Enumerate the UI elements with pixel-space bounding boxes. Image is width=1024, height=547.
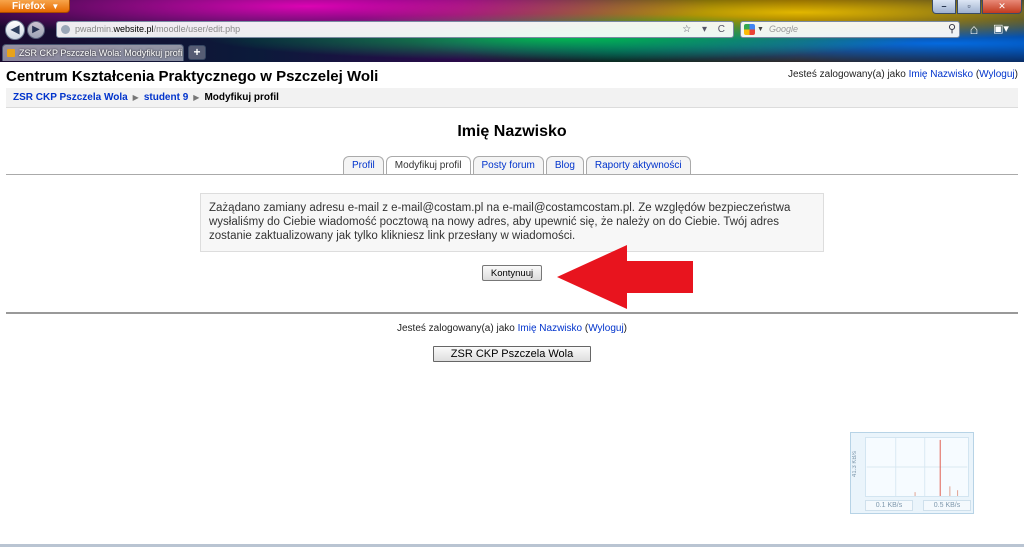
breadcrumb-home-link[interactable]: ZSR CKP Pszczela Wola	[13, 92, 128, 103]
annotation-arrow-shape	[557, 245, 693, 309]
network-download-rate: 0.1 KB/s	[865, 500, 913, 511]
user-profile-link[interactable]: Imię Nazwisko	[909, 69, 973, 80]
footer-login-prefix: Jesteś zalogowany(a) jako	[396, 323, 515, 334]
site-title: Centrum Kształcenia Praktycznego w Pszcz…	[6, 68, 379, 85]
site-identity-icon[interactable]	[61, 25, 70, 34]
firefox-menu-label: Firefox	[12, 1, 46, 12]
breadcrumb-current: Modyfikuj profil	[204, 92, 279, 103]
forward-arrow-icon: ▶	[32, 24, 40, 35]
email-change-notice: Zażądano zamiany adresu e-mail z e-mail@…	[200, 193, 824, 252]
back-arrow-icon: ◀	[10, 22, 20, 36]
tab-strip: ZSR CKP Pszczela Wola: Modyfikuj profil …	[0, 43, 1024, 62]
site-home-button[interactable]: ZSR CKP Pszczela Wola	[433, 346, 591, 362]
new-tab-button[interactable]: +	[188, 45, 206, 60]
network-upload-rate: 0.5 KB/s	[923, 500, 971, 511]
chevron-down-icon: ▼	[51, 2, 60, 11]
network-graph	[865, 437, 969, 497]
home-button[interactable]: ⌂	[965, 21, 983, 37]
footer-user-profile-link[interactable]: Imię Nazwisko	[518, 323, 582, 334]
search-box[interactable]: ▼ Google ⚲	[740, 21, 960, 38]
tab-profile[interactable]: Profil	[343, 156, 384, 174]
login-info: Jesteś zalogowany(a) jako Imię Nazwisko …	[787, 69, 1018, 80]
breadcrumb-user-link[interactable]: student 9	[144, 92, 188, 103]
url-prefix: pwadmin.	[75, 24, 114, 34]
magnifier-icon[interactable]: ⚲	[948, 22, 956, 37]
breadcrumb: ZSR CKP Pszczela Wola ▶ student 9 ▶ Modyfiku…	[6, 88, 1018, 108]
navigation-toolbar: ◀ ▶ pwadmin.website.pl/moodle/user/edit.…	[0, 16, 1024, 42]
home-icon: ⌂	[969, 21, 979, 37]
url-path: /moodle/user/edit.php	[153, 24, 241, 34]
google-icon[interactable]	[744, 24, 755, 35]
tab-blog[interactable]: Blog	[545, 156, 584, 174]
footer-login-info: Jesteś zalogowany(a) jako Imię Nazwisko …	[396, 323, 628, 334]
browser-tab-active[interactable]: ZSR CKP Pszczela Wola: Modyfikuj profil	[2, 44, 184, 61]
browser-tab-title: ZSR CKP Pszczela Wola: Modyfikuj profil	[19, 48, 184, 58]
forward-button[interactable]: ▶	[27, 21, 45, 39]
tab-forum-posts[interactable]: Posty forum	[472, 156, 544, 174]
bookmarks-icon: ▣▾	[993, 23, 1009, 35]
back-button[interactable]: ◀	[5, 20, 25, 40]
breadcrumb-separator-icon: ▶	[132, 93, 139, 102]
chevron-down-icon[interactable]: ▼	[757, 22, 764, 37]
bookmarks-button[interactable]: ▣▾	[992, 21, 1010, 37]
profile-tabs: Profil Modyfikuj profil Posty forum Blog…	[343, 156, 693, 174]
tab-activity-reports[interactable]: Raporty aktywności	[585, 156, 691, 174]
footer-logout-link[interactable]: Wyloguj	[588, 323, 623, 334]
minimize-button[interactable]: –	[932, 0, 956, 14]
close-window-button[interactable]: ✕	[982, 0, 1022, 14]
tab-edit-profile[interactable]: Modyfikuj profil	[385, 156, 471, 174]
network-monitor-widget: 41.3 KB/s 0.1 KB/s 0.5 KB/s	[850, 432, 974, 514]
network-scale-label: 41.3 KB/s	[852, 451, 858, 478]
window-controls: – ▫ ✕	[931, 0, 1022, 14]
search-placeholder: Google	[769, 24, 799, 34]
breadcrumb-separator-icon: ▶	[193, 93, 200, 102]
moodle-favicon-icon	[7, 49, 15, 57]
firefox-menu-button[interactable]: Firefox ▼	[0, 0, 70, 13]
page-title: Imię Nazwisko	[457, 123, 567, 140]
url-host: website.pl	[113, 24, 154, 34]
maximize-button[interactable]: ▫	[957, 0, 981, 14]
footer-divider	[6, 312, 1018, 314]
login-prefix: Jesteś zalogowany(a) jako	[787, 69, 906, 80]
annotation-arrow-icon	[557, 245, 693, 309]
url-bar[interactable]: pwadmin.website.pl/moodle/user/edit.php …	[56, 21, 734, 38]
url-bar-tools[interactable]: ☆ ▾ C	[682, 22, 729, 37]
continue-button[interactable]: Kontynuuj	[482, 265, 542, 281]
logout-link[interactable]: Wyloguj	[979, 69, 1014, 80]
browser-chrome: Firefox ▼ – ▫ ✕ ◀ ▶ pwadmin.website.pl/mo…	[0, 0, 1024, 62]
tab-divider	[6, 174, 1018, 175]
